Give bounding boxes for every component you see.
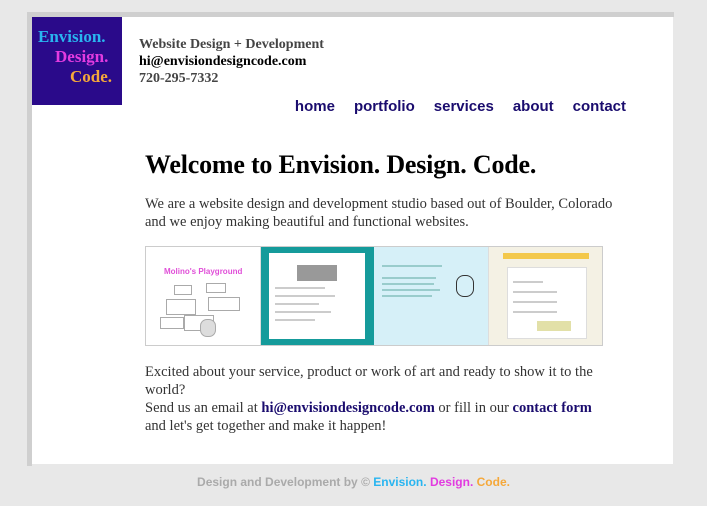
nav-home[interactable]: home [295,98,335,115]
main-nav: home portfolio services about contact [295,98,626,115]
footer-brand-code[interactable]: Code. [477,475,510,489]
cta-text-pre: Send us an email at [145,400,262,416]
cta-email-link[interactable]: hi@envisiondesigncode.com [261,400,434,416]
footer-credit: Design and Development by © [197,475,374,489]
thumb-line [512,291,557,293]
call-to-action: Excited about your service, product or w… [145,363,605,435]
thumb-line [382,265,442,267]
cta-line-2: Send us an email at hi@envisiondesigncod… [145,399,605,417]
thumb-shape [166,299,196,315]
thumb-shape [206,283,226,293]
page-title: Welcome to Envision. Design. Code. [145,150,537,179]
logo-code: Code. [70,67,113,86]
thumb-line [512,301,557,303]
logo-envision: Envision. [38,27,106,46]
thumb-line [274,303,319,305]
thumb-line [382,277,436,279]
thumb-4-banner [502,253,589,259]
footer-brand-envision[interactable]: Envision. [373,475,426,489]
thumb-line [274,319,315,321]
site-logo[interactable]: Envision. Design. Code. [32,17,122,105]
thumb-line [274,287,325,289]
thumb-line [512,281,543,283]
thumb-4-textarea [536,321,571,331]
cta-text-mid: or fill in our [434,400,513,416]
cta-contact-form-link[interactable]: contact form [513,400,592,416]
thumb-line [382,295,432,297]
thumb-line [274,295,335,297]
thumb-character [200,319,216,337]
nav-contact[interactable]: contact [573,98,626,115]
nav-portfolio[interactable]: portfolio [354,98,415,115]
thumb-2-map [296,265,337,281]
thumb-1-title: Molino's Playground [164,267,243,276]
portfolio-thumb-2[interactable] [260,247,374,345]
header-phone: 720-295-7332 [139,71,219,86]
portfolio-gallery: Molino's Playground [145,246,603,346]
logo-design: Design. [55,47,109,66]
cta-line-1: Excited about your service, product or w… [145,364,593,398]
footer-brand-design[interactable]: Design. [430,475,473,489]
cta-line-3: and let's get together and make it happe… [145,418,387,434]
footer: Design and Development by © Envision. De… [0,475,707,489]
thumb-line [382,283,434,285]
portfolio-thumb-4[interactable] [487,247,602,345]
thumb-line [382,289,440,291]
header-contact-info: Website Design + Development hi@envision… [139,36,324,87]
thumb-2-page [268,253,365,339]
thumb-shape [174,285,192,295]
portfolio-thumb-3[interactable] [374,247,488,345]
thumb-line [274,311,331,313]
header-email[interactable]: hi@envisiondesigncode.com [139,53,324,70]
thumb-shape [208,297,240,311]
thumb-line [512,311,557,313]
nav-about[interactable]: about [513,98,554,115]
nav-services[interactable]: services [434,98,494,115]
thumb-3-portrait [455,275,474,297]
thumb-shape [160,317,184,329]
site-tagline: Website Design + Development [139,37,324,52]
portfolio-thumb-1[interactable]: Molino's Playground [146,247,261,345]
intro-text: We are a website design and development … [145,196,613,230]
